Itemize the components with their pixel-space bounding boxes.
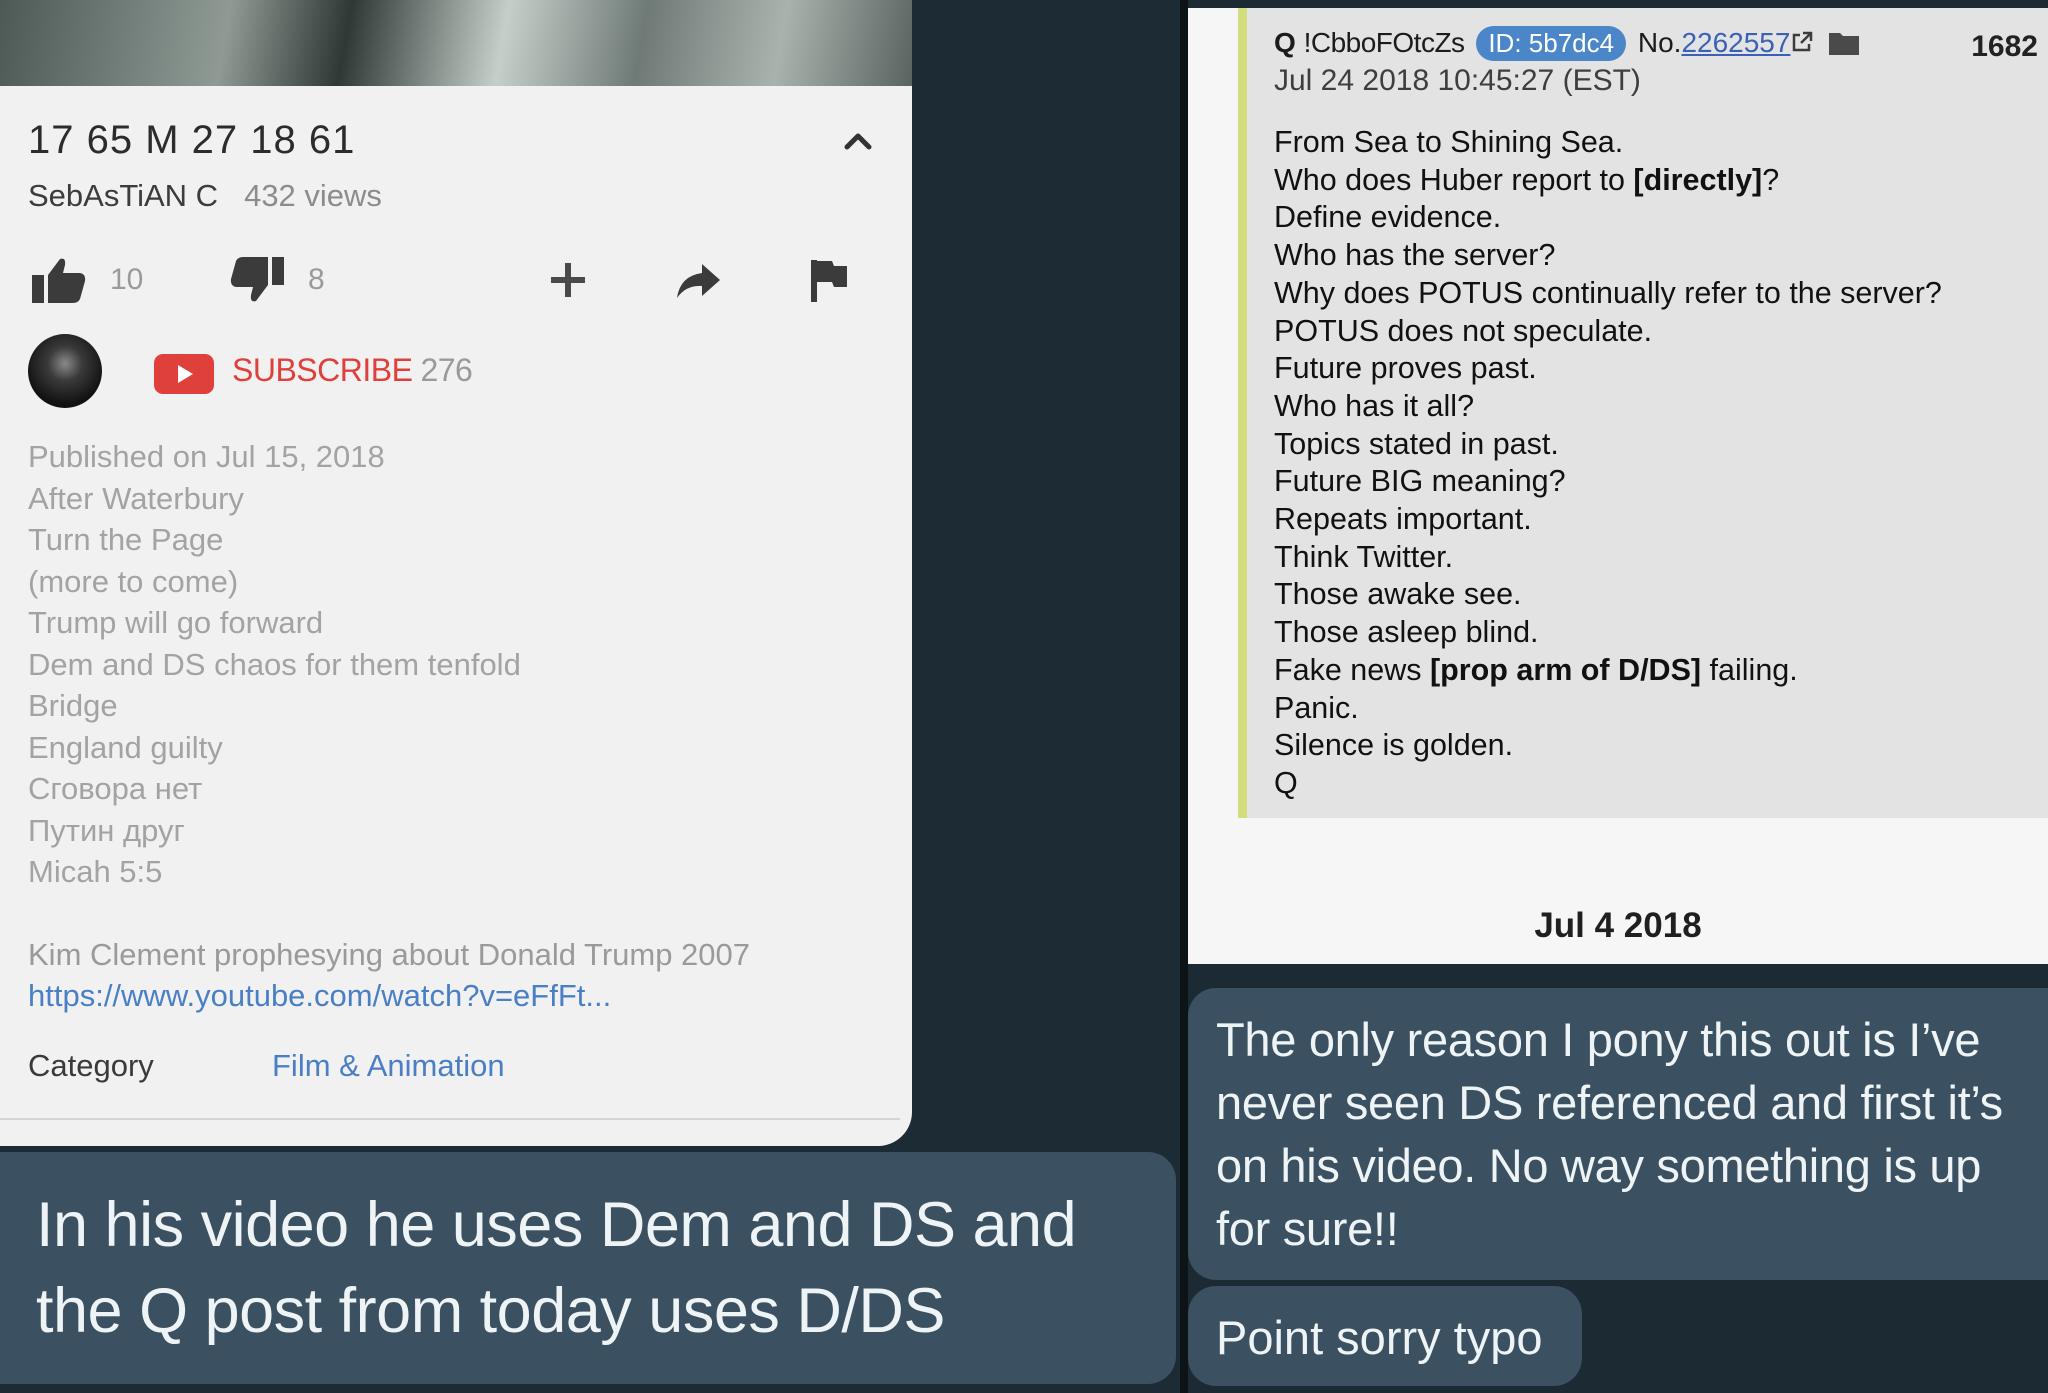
subscribe-label: SUBSCRIBE bbox=[232, 352, 413, 388]
post-line: Future BIG meaning? bbox=[1274, 464, 1566, 499]
post-line: Define evidence. bbox=[1274, 200, 1502, 235]
q-post: Q !CbboFOtcZs ID: 5b7dc4 No.2262557 1682… bbox=[1238, 8, 2048, 818]
external-link-icon[interactable] bbox=[1790, 30, 1814, 54]
thumbs-down-icon bbox=[230, 257, 284, 302]
chat-message-bubble: Point sorry typo bbox=[1188, 1286, 1582, 1386]
post-number-link[interactable]: 2262557 bbox=[1681, 27, 1790, 58]
chevron-up-icon[interactable] bbox=[840, 126, 876, 156]
description-line: England guilty bbox=[28, 729, 223, 765]
description-extra: Kim Clement prophesying about Donald Tru… bbox=[28, 934, 750, 1016]
view-count: 432 views bbox=[244, 178, 382, 213]
like-count: 10 bbox=[110, 263, 144, 296]
description-line: Turn the Page bbox=[28, 522, 224, 557]
panel-divider bbox=[1180, 0, 1188, 1393]
post-date: Jul 24 2018 10:45:27 (EST) bbox=[1274, 64, 1641, 97]
category-label: Category bbox=[28, 1048, 154, 1083]
youtube-logo-icon bbox=[154, 354, 214, 394]
left-screenshot-panel: 17 65 M 27 18 61 SebAsTiAN C 432 views 10… bbox=[0, 0, 1180, 1393]
subscriber-count: 276 bbox=[420, 352, 473, 388]
video-description: Published on Jul 15, 2018 After Waterbur… bbox=[28, 436, 521, 893]
share-button[interactable] bbox=[674, 252, 722, 308]
description-line: Dem and DS chaos for them tenfold bbox=[28, 646, 521, 682]
like-button[interactable]: 10 bbox=[30, 252, 143, 308]
add-to-playlist-button[interactable] bbox=[548, 252, 588, 308]
dislike-button[interactable]: 8 bbox=[228, 252, 325, 308]
flag-icon bbox=[811, 260, 847, 302]
post-line: Repeats important. bbox=[1274, 502, 1532, 537]
description-extra-text: Kim Clement prophesying about Donald Tru… bbox=[28, 937, 751, 972]
chat-message-text: Point sorry typo bbox=[1216, 1311, 1543, 1364]
post-line: Those asleep blind. bbox=[1274, 615, 1539, 650]
post-line-text: Fake news bbox=[1274, 652, 1430, 687]
post-id-badge[interactable]: ID: 5b7dc4 bbox=[1476, 26, 1627, 61]
description-line: Micah 5:5 bbox=[28, 854, 163, 889]
post-line: Future proves past. bbox=[1274, 351, 1537, 386]
folder-icon[interactable] bbox=[1828, 30, 1860, 56]
description-line: Trump will go forward bbox=[28, 605, 324, 640]
description-line: Bridge bbox=[28, 688, 118, 723]
video-title: 17 65 M 27 18 61 bbox=[28, 118, 356, 162]
dislike-count: 8 bbox=[308, 263, 325, 296]
report-button[interactable] bbox=[808, 252, 850, 308]
description-line: Published on Jul 15, 2018 bbox=[28, 439, 385, 474]
chat-message-bubble: The only reason I pony this out is I’ve … bbox=[1188, 988, 2048, 1280]
post-line: Think Twitter. bbox=[1274, 539, 1454, 574]
description-line: Путин друг bbox=[28, 812, 185, 848]
post-line: Who has the server? bbox=[1274, 238, 1556, 273]
channel-name[interactable]: SebAsTiAN C bbox=[28, 178, 218, 213]
right-screenshot-panel: Q !CbboFOtcZs ID: 5b7dc4 No.2262557 1682… bbox=[1188, 0, 2048, 1393]
post-line: Q bbox=[1274, 765, 1298, 800]
post-body: From Sea to Shining Sea. Who does Huber … bbox=[1274, 124, 1942, 803]
category-link[interactable]: Film & Animation bbox=[272, 1048, 505, 1084]
post-header: Q !CbboFOtcZs ID: 5b7dc4 No.2262557 bbox=[1274, 26, 1860, 61]
channel-line: SebAsTiAN C 432 views bbox=[28, 178, 382, 214]
share-arrow-icon bbox=[677, 264, 720, 298]
subscribe-button[interactable]: SUBSCRIBE 276 bbox=[232, 352, 473, 389]
post-line: Who has it all? bbox=[1274, 388, 1475, 423]
chat-message-text: The only reason I pony this out is I’ve … bbox=[1216, 1013, 2003, 1255]
youtube-video-info-card: 17 65 M 27 18 61 SebAsTiAN C 432 views 10… bbox=[0, 86, 912, 1146]
post-line-text: Who does Huber report to bbox=[1274, 162, 1634, 197]
post-line-text: ? bbox=[1762, 162, 1780, 197]
video-thumbnail[interactable] bbox=[0, 0, 912, 86]
chat-date-separator: Jul 4 2018 bbox=[1534, 906, 1702, 945]
chat-image-card: Q !CbboFOtcZs ID: 5b7dc4 No.2262557 1682… bbox=[1188, 8, 2048, 964]
post-count: 1682 bbox=[1971, 30, 2038, 63]
post-accent-border bbox=[1238, 8, 1247, 818]
post-line: Why does POTUS continually refer to the … bbox=[1274, 275, 1942, 310]
post-line: Who does Huber report to [directly]? bbox=[1274, 162, 1942, 200]
post-line-bold: [prop arm of D/DS] bbox=[1429, 652, 1702, 687]
chat-message-text: In his video he uses Dem and DS and the … bbox=[36, 1190, 1077, 1346]
description-line: Сговора нет bbox=[28, 771, 203, 806]
post-line: Silence is golden. bbox=[1274, 728, 1514, 763]
post-author: Q bbox=[1274, 27, 1296, 58]
post-tripcode: !CbboFOtcZs bbox=[1303, 27, 1465, 58]
post-line: Fake news [prop arm of D/DS] failing. bbox=[1274, 652, 1942, 690]
post-line: Panic. bbox=[1274, 690, 1359, 725]
thumbs-up-icon bbox=[32, 258, 86, 303]
description-line: After Waterbury bbox=[28, 480, 244, 516]
post-line: Topics stated in past. bbox=[1274, 426, 1559, 461]
post-line: Those awake see. bbox=[1274, 577, 1522, 612]
post-line-text: failing. bbox=[1701, 652, 1798, 687]
post-line: POTUS does not speculate. bbox=[1274, 313, 1653, 348]
description-link[interactable]: https://www.youtube.com/watch?v=eFfFt... bbox=[28, 975, 750, 1016]
post-line: From Sea to Shining Sea. bbox=[1274, 125, 1624, 159]
chat-message-bubble: In his video he uses Dem and DS and the … bbox=[0, 1152, 1176, 1384]
plus-icon bbox=[551, 263, 585, 297]
post-no-label: No. bbox=[1637, 27, 1682, 58]
channel-avatar[interactable] bbox=[28, 334, 102, 408]
card-divider bbox=[0, 1118, 900, 1120]
description-line: (more to come) bbox=[28, 563, 239, 599]
post-line-bold: [directly] bbox=[1633, 162, 1763, 197]
